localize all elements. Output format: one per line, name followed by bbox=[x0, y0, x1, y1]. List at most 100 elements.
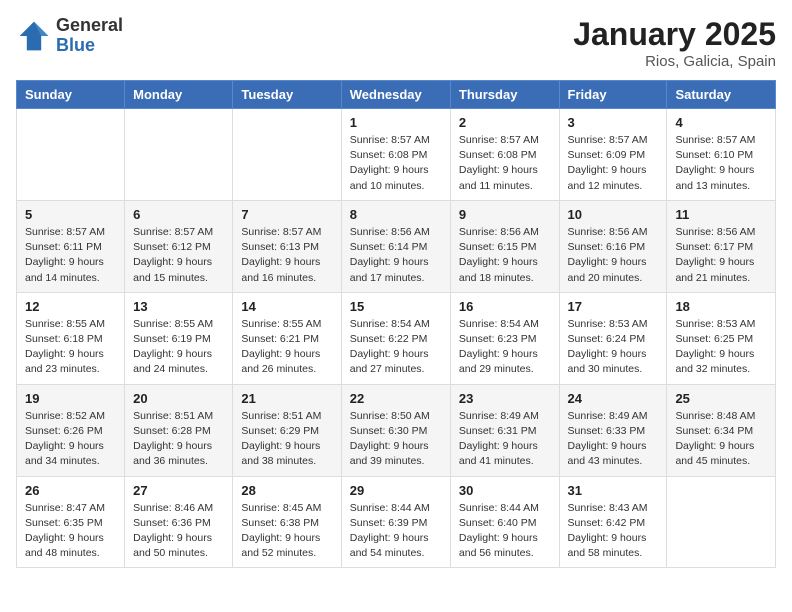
day-number: 17 bbox=[568, 299, 659, 314]
calendar-cell: 13 Sunrise: 8:55 AM Sunset: 6:19 PM Dayli… bbox=[125, 292, 233, 384]
calendar-cell: 27 Sunrise: 8:46 AM Sunset: 6:36 PM Dayli… bbox=[125, 476, 233, 568]
day-number: 8 bbox=[350, 207, 442, 222]
day-info: Sunrise: 8:56 AM Sunset: 6:14 PM Dayligh… bbox=[350, 225, 442, 286]
calendar-cell: 16 Sunrise: 8:54 AM Sunset: 6:23 PM Dayli… bbox=[450, 292, 559, 384]
calendar-cell: 30 Sunrise: 8:44 AM Sunset: 6:40 PM Dayli… bbox=[450, 476, 559, 568]
calendar-cell: 2Sunrise: 8:57 AM Sunset: 6:08 PM Daylig… bbox=[450, 109, 559, 201]
header-thursday: Thursday bbox=[450, 81, 559, 109]
day-number: 26 bbox=[25, 483, 116, 498]
calendar-cell bbox=[233, 109, 341, 201]
header-saturday: Saturday bbox=[667, 81, 776, 109]
calendar-cell: 20 Sunrise: 8:51 AM Sunset: 6:28 PM Dayli… bbox=[125, 384, 233, 476]
calendar-cell: 25 Sunrise: 8:48 AM Sunset: 6:34 PM Dayli… bbox=[667, 384, 776, 476]
day-number: 22 bbox=[350, 391, 442, 406]
day-info: Sunrise: 8:47 AM Sunset: 6:35 PM Dayligh… bbox=[25, 501, 116, 562]
calendar-cell: 24Sunrise: 8:49 AM Sunset: 6:33 PM Dayli… bbox=[559, 384, 667, 476]
day-number: 3 bbox=[568, 115, 659, 130]
day-info: Sunrise: 8:55 AM Sunset: 6:18 PM Dayligh… bbox=[25, 317, 116, 378]
page-header: General Blue January 2025 Rios, Galicia,… bbox=[16, 16, 776, 70]
calendar-title: January 2025 bbox=[573, 16, 776, 53]
weekday-header-row: SundayMondayTuesdayWednesdayThursdayFrid… bbox=[17, 81, 776, 109]
calendar-cell: 18 Sunrise: 8:53 AM Sunset: 6:25 PM Dayli… bbox=[667, 292, 776, 384]
day-info: Sunrise: 8:44 AM Sunset: 6:40 PM Dayligh… bbox=[459, 501, 551, 562]
day-info: Sunrise: 8:48 AM Sunset: 6:34 PM Dayligh… bbox=[675, 409, 767, 470]
calendar-location: Rios, Galicia, Spain bbox=[573, 53, 776, 70]
calendar-cell: 29Sunrise: 8:44 AM Sunset: 6:39 PM Dayli… bbox=[341, 476, 450, 568]
calendar-cell: 21 Sunrise: 8:51 AM Sunset: 6:29 PM Dayli… bbox=[233, 384, 341, 476]
calendar-cell: 11 Sunrise: 8:56 AM Sunset: 6:17 PM Dayli… bbox=[667, 200, 776, 292]
logo-icon bbox=[16, 18, 52, 54]
calendar-cell: 19 Sunrise: 8:52 AM Sunset: 6:26 PM Dayli… bbox=[17, 384, 125, 476]
day-info: Sunrise: 8:57 AM Sunset: 6:10 PM Dayligh… bbox=[675, 133, 767, 194]
day-info: Sunrise: 8:57 AM Sunset: 6:08 PM Dayligh… bbox=[350, 133, 442, 194]
day-number: 21 bbox=[241, 391, 332, 406]
calendar-cell: 5Sunrise: 8:57 AM Sunset: 6:11 PM Daylig… bbox=[17, 200, 125, 292]
day-info: Sunrise: 8:55 AM Sunset: 6:19 PM Dayligh… bbox=[133, 317, 224, 378]
day-info: Sunrise: 8:54 AM Sunset: 6:23 PM Dayligh… bbox=[459, 317, 551, 378]
day-number: 7 bbox=[241, 207, 332, 222]
day-number: 12 bbox=[25, 299, 116, 314]
day-info: Sunrise: 8:57 AM Sunset: 6:13 PM Dayligh… bbox=[241, 225, 332, 286]
header-monday: Monday bbox=[125, 81, 233, 109]
calendar-cell bbox=[17, 109, 125, 201]
day-number: 25 bbox=[675, 391, 767, 406]
day-info: Sunrise: 8:46 AM Sunset: 6:36 PM Dayligh… bbox=[133, 501, 224, 562]
calendar-cell: 15Sunrise: 8:54 AM Sunset: 6:22 PM Dayli… bbox=[341, 292, 450, 384]
header-friday: Friday bbox=[559, 81, 667, 109]
day-info: Sunrise: 8:56 AM Sunset: 6:17 PM Dayligh… bbox=[675, 225, 767, 286]
logo-general: General bbox=[56, 16, 123, 36]
calendar-cell: 14Sunrise: 8:55 AM Sunset: 6:21 PM Dayli… bbox=[233, 292, 341, 384]
title-block: January 2025 Rios, Galicia, Spain bbox=[573, 16, 776, 70]
day-info: Sunrise: 8:51 AM Sunset: 6:28 PM Dayligh… bbox=[133, 409, 224, 470]
week-row-2: 5Sunrise: 8:57 AM Sunset: 6:11 PM Daylig… bbox=[17, 200, 776, 292]
day-info: Sunrise: 8:56 AM Sunset: 6:16 PM Dayligh… bbox=[568, 225, 659, 286]
day-number: 23 bbox=[459, 391, 551, 406]
day-number: 27 bbox=[133, 483, 224, 498]
day-info: Sunrise: 8:53 AM Sunset: 6:25 PM Dayligh… bbox=[675, 317, 767, 378]
day-number: 1 bbox=[350, 115, 442, 130]
day-number: 4 bbox=[675, 115, 767, 130]
calendar-cell: 26 Sunrise: 8:47 AM Sunset: 6:35 PM Dayli… bbox=[17, 476, 125, 568]
day-number: 28 bbox=[241, 483, 332, 498]
day-number: 19 bbox=[25, 391, 116, 406]
day-info: Sunrise: 8:51 AM Sunset: 6:29 PM Dayligh… bbox=[241, 409, 332, 470]
day-number: 18 bbox=[675, 299, 767, 314]
day-number: 2 bbox=[459, 115, 551, 130]
day-number: 24 bbox=[568, 391, 659, 406]
week-row-4: 19 Sunrise: 8:52 AM Sunset: 6:26 PM Dayli… bbox=[17, 384, 776, 476]
day-info: Sunrise: 8:57 AM Sunset: 6:09 PM Dayligh… bbox=[568, 133, 659, 194]
day-info: Sunrise: 8:44 AM Sunset: 6:39 PM Dayligh… bbox=[350, 501, 442, 562]
week-row-3: 12 Sunrise: 8:55 AM Sunset: 6:18 PM Dayli… bbox=[17, 292, 776, 384]
day-number: 30 bbox=[459, 483, 551, 498]
calendar-cell: 4 Sunrise: 8:57 AM Sunset: 6:10 PM Daylig… bbox=[667, 109, 776, 201]
calendar-cell: 12 Sunrise: 8:55 AM Sunset: 6:18 PM Dayli… bbox=[17, 292, 125, 384]
calendar-cell: 17Sunrise: 8:53 AM Sunset: 6:24 PM Dayli… bbox=[559, 292, 667, 384]
header-sunday: Sunday bbox=[17, 81, 125, 109]
day-number: 11 bbox=[675, 207, 767, 222]
calendar-cell: 23 Sunrise: 8:49 AM Sunset: 6:31 PM Dayli… bbox=[450, 384, 559, 476]
day-info: Sunrise: 8:45 AM Sunset: 6:38 PM Dayligh… bbox=[241, 501, 332, 562]
calendar-cell: 3 Sunrise: 8:57 AM Sunset: 6:09 PM Daylig… bbox=[559, 109, 667, 201]
day-number: 20 bbox=[133, 391, 224, 406]
day-info: Sunrise: 8:49 AM Sunset: 6:31 PM Dayligh… bbox=[459, 409, 551, 470]
day-number: 6 bbox=[133, 207, 224, 222]
logo-blue: Blue bbox=[56, 36, 123, 56]
calendar-cell: 28 Sunrise: 8:45 AM Sunset: 6:38 PM Dayli… bbox=[233, 476, 341, 568]
calendar-cell: 8 Sunrise: 8:56 AM Sunset: 6:14 PM Daylig… bbox=[341, 200, 450, 292]
calendar-cell: 9Sunrise: 8:56 AM Sunset: 6:15 PM Daylig… bbox=[450, 200, 559, 292]
day-number: 16 bbox=[459, 299, 551, 314]
calendar-cell: 7 Sunrise: 8:57 AM Sunset: 6:13 PM Daylig… bbox=[233, 200, 341, 292]
day-info: Sunrise: 8:52 AM Sunset: 6:26 PM Dayligh… bbox=[25, 409, 116, 470]
day-number: 13 bbox=[133, 299, 224, 314]
day-info: Sunrise: 8:50 AM Sunset: 6:30 PM Dayligh… bbox=[350, 409, 442, 470]
day-info: Sunrise: 8:54 AM Sunset: 6:22 PM Dayligh… bbox=[350, 317, 442, 378]
calendar-cell: 22 Sunrise: 8:50 AM Sunset: 6:30 PM Dayli… bbox=[341, 384, 450, 476]
day-number: 14 bbox=[241, 299, 332, 314]
day-info: Sunrise: 8:57 AM Sunset: 6:12 PM Dayligh… bbox=[133, 225, 224, 286]
day-number: 9 bbox=[459, 207, 551, 222]
calendar-cell: 31Sunrise: 8:43 AM Sunset: 6:42 PM Dayli… bbox=[559, 476, 667, 568]
day-number: 5 bbox=[25, 207, 116, 222]
calendar-cell bbox=[125, 109, 233, 201]
calendar-cell: 1 Sunrise: 8:57 AM Sunset: 6:08 PM Daylig… bbox=[341, 109, 450, 201]
logo: General Blue bbox=[16, 16, 123, 56]
